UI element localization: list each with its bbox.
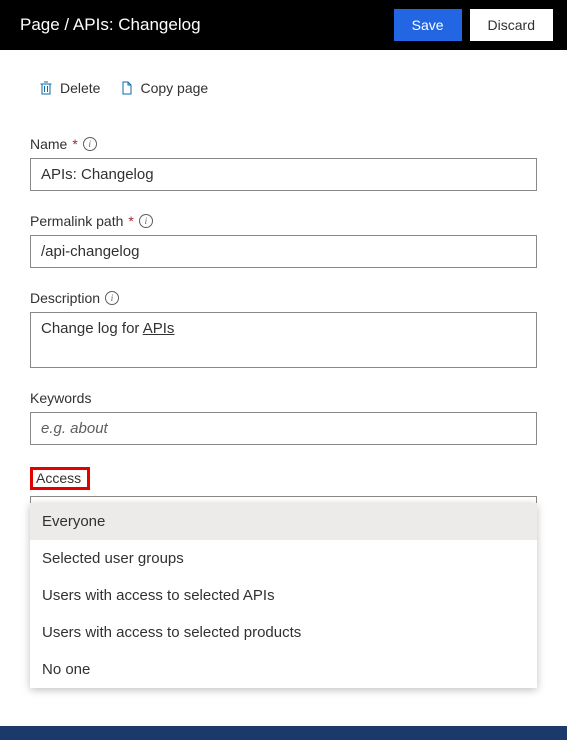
info-icon[interactable]: i (83, 137, 97, 151)
info-icon[interactable]: i (105, 291, 119, 305)
access-label: Access (36, 470, 81, 486)
description-label: Description (30, 290, 100, 306)
name-field: Name * i (30, 136, 537, 191)
copy-icon (118, 80, 134, 96)
access-label-highlight: Access (30, 467, 90, 490)
page-header: Page / APIs: Changelog Save Discard (0, 0, 567, 50)
copy-page-action[interactable]: Copy page (118, 80, 208, 96)
save-button[interactable]: Save (394, 9, 462, 41)
access-option-selected-groups[interactable]: Selected user groups (30, 540, 537, 577)
name-label: Name (30, 136, 67, 152)
required-marker: * (72, 136, 77, 152)
access-field: Access Everyone Everyone Selected user g… (30, 467, 537, 529)
access-option-everyone[interactable]: Everyone (30, 503, 537, 540)
permalink-field: Permalink path * i (30, 213, 537, 268)
description-input[interactable]: Change log for APIs (30, 312, 537, 368)
delete-label: Delete (60, 80, 100, 96)
page-title: Page / APIs: Changelog (20, 15, 386, 35)
access-option-selected-apis[interactable]: Users with access to selected APIs (30, 577, 537, 614)
delete-action[interactable]: Delete (38, 80, 100, 96)
name-input[interactable] (30, 158, 537, 191)
description-field: Description i Change log for APIs (30, 290, 537, 368)
keywords-field: Keywords (30, 390, 537, 445)
trash-icon (38, 80, 54, 96)
info-icon[interactable]: i (139, 214, 153, 228)
copy-label: Copy page (140, 80, 208, 96)
keywords-input[interactable] (30, 412, 537, 445)
footer-bar (0, 726, 567, 740)
access-option-selected-products[interactable]: Users with access to selected products (30, 614, 537, 651)
page-toolbar: Delete Copy page (30, 80, 537, 96)
permalink-label: Permalink path (30, 213, 123, 229)
keywords-label: Keywords (30, 390, 91, 406)
access-option-no-one[interactable]: No one (30, 651, 537, 688)
permalink-input[interactable] (30, 235, 537, 268)
discard-button[interactable]: Discard (470, 9, 553, 41)
access-dropdown: Everyone Selected user groups Users with… (30, 503, 537, 688)
required-marker: * (128, 213, 133, 229)
